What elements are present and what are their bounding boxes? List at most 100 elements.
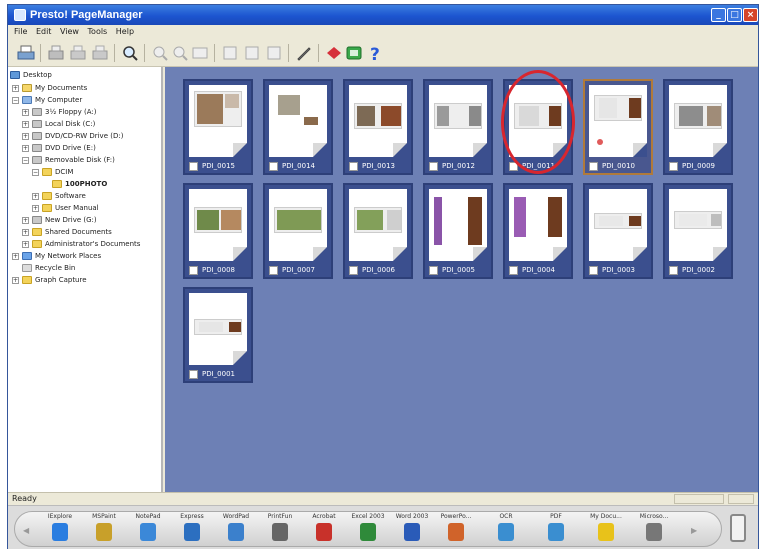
- app-ocr[interactable]: OCR: [483, 513, 529, 541]
- copy-icon[interactable]: [68, 43, 88, 63]
- app-pdf[interactable]: PDF: [533, 513, 579, 541]
- expand-icon[interactable]: +: [22, 241, 29, 248]
- collapse-icon[interactable]: −: [32, 169, 39, 176]
- app-printfun[interactable]: PrintFun: [257, 513, 303, 541]
- thumbnail[interactable]: PDI_0001: [183, 287, 253, 383]
- scroll-right-icon[interactable]: ▶: [691, 526, 697, 535]
- rotate-left-icon[interactable]: [220, 43, 240, 63]
- app-notepad[interactable]: NotePad: [125, 513, 171, 541]
- title-bar[interactable]: Presto! PageManager _ □ ×: [8, 5, 758, 25]
- network-icon: [22, 252, 32, 260]
- red-app-icon[interactable]: [324, 43, 344, 63]
- thumbnail[interactable]: PDI_0008: [183, 183, 253, 279]
- expand-icon[interactable]: +: [12, 253, 19, 260]
- menu-help[interactable]: Help: [116, 25, 134, 39]
- minimize-button[interactable]: _: [711, 8, 726, 22]
- thumbnail[interactable]: PDI_0002: [663, 183, 733, 279]
- fax-icon[interactable]: [90, 43, 110, 63]
- tools-icon[interactable]: [294, 43, 314, 63]
- drive-icon: [32, 144, 42, 152]
- menu-bar: File Edit View Tools Help: [8, 25, 758, 39]
- page-preview: [269, 85, 327, 157]
- page-preview: [669, 85, 727, 157]
- fit-icon[interactable]: [190, 43, 210, 63]
- find-icon[interactable]: [120, 43, 140, 63]
- expand-icon[interactable]: +: [22, 145, 29, 152]
- expand-icon[interactable]: +: [32, 193, 39, 200]
- page-preview: [589, 85, 647, 157]
- collapse-icon[interactable]: −: [12, 97, 19, 104]
- scan-icon[interactable]: [16, 43, 36, 63]
- app-wordpad[interactable]: WordPad: [213, 513, 259, 541]
- expand-icon[interactable]: +: [22, 133, 29, 140]
- paint-icon: [96, 523, 112, 541]
- app-icon: [14, 9, 26, 21]
- help-icon[interactable]: ?: [364, 43, 384, 65]
- app-express[interactable]: Express: [169, 513, 215, 541]
- app-excel[interactable]: Excel 2003: [345, 513, 391, 541]
- green-app-icon[interactable]: [344, 43, 364, 63]
- drive-icon: [32, 108, 42, 116]
- drive-icon: [32, 120, 42, 128]
- thumbnail[interactable]: PDI_0013: [343, 79, 413, 175]
- expand-icon[interactable]: +: [22, 109, 29, 116]
- page-preview: [349, 189, 407, 261]
- app-microsoft[interactable]: Microso...: [631, 513, 677, 541]
- expand-icon[interactable]: +: [22, 217, 29, 224]
- thumbnail[interactable]: PDI_0006: [343, 183, 413, 279]
- thumbnail[interactable]: PDI_0005: [423, 183, 493, 279]
- thumbnail[interactable]: PDI_0014: [263, 79, 333, 175]
- thumbnail-selected[interactable]: PDI_0010: [583, 79, 653, 175]
- folder-tree: Desktop + My Documents − My Computer +3½ F…: [8, 67, 163, 492]
- page-preview: [429, 189, 487, 261]
- page-icon: [589, 162, 598, 171]
- menu-file[interactable]: File: [14, 25, 27, 39]
- thumbnail[interactable]: PDI_0004: [503, 183, 573, 279]
- menu-edit[interactable]: Edit: [36, 25, 52, 39]
- thumbnail[interactable]: PDI_0009: [663, 79, 733, 175]
- svg-text:?: ?: [370, 45, 380, 63]
- page-icon: [349, 162, 358, 171]
- app-word[interactable]: Word 2003: [389, 513, 435, 541]
- expand-icon[interactable]: +: [22, 121, 29, 128]
- thumbnail[interactable]: PDI_0007: [263, 183, 333, 279]
- zoom-out-icon[interactable]: [170, 43, 190, 63]
- print-icon[interactable]: [46, 43, 66, 63]
- window-title: Presto! PageManager: [30, 9, 143, 21]
- app-my-documents[interactable]: My Docu...: [583, 513, 629, 541]
- menu-tools[interactable]: Tools: [88, 25, 108, 39]
- rotate-right-icon[interactable]: [242, 43, 262, 63]
- status-panel: [674, 494, 724, 504]
- expand-icon[interactable]: +: [12, 277, 19, 284]
- expand-icon[interactable]: +: [12, 85, 19, 92]
- page-preview: [189, 189, 247, 261]
- trash-can-icon[interactable]: [730, 514, 746, 542]
- stack-icon[interactable]: [264, 43, 284, 63]
- app-mspaint[interactable]: MSPaint: [81, 513, 127, 541]
- collapse-icon[interactable]: −: [22, 157, 29, 164]
- page-icon: [189, 370, 198, 379]
- desktop-icon: [10, 71, 20, 79]
- expand-icon[interactable]: +: [32, 205, 39, 212]
- excel-icon: [360, 523, 376, 541]
- computer-icon: [22, 96, 32, 104]
- folder-icon: [32, 228, 42, 236]
- internet-explorer-icon: [52, 523, 68, 541]
- page-icon: [589, 266, 598, 275]
- thumbnail[interactable]: PDI_0003: [583, 183, 653, 279]
- app-iexplore[interactable]: IExplore: [37, 513, 83, 541]
- scroll-left-icon[interactable]: ◀: [23, 526, 29, 535]
- menu-view[interactable]: View: [60, 25, 79, 39]
- close-button[interactable]: ×: [743, 8, 758, 22]
- page-preview: [429, 85, 487, 157]
- application-window: Presto! PageManager _ □ × File Edit View…: [7, 4, 759, 549]
- thumbnail[interactable]: PDI_0015: [183, 79, 253, 175]
- maximize-button[interactable]: □: [727, 8, 742, 22]
- status-text: Ready: [12, 494, 37, 503]
- page-icon: [509, 266, 518, 275]
- app-acrobat[interactable]: Acrobat: [301, 513, 347, 541]
- app-powerpoint[interactable]: PowerPo...: [433, 513, 479, 541]
- expand-icon[interactable]: +: [22, 229, 29, 236]
- thumbnail[interactable]: PDI_0012: [423, 79, 493, 175]
- zoom-in-icon[interactable]: [150, 43, 170, 63]
